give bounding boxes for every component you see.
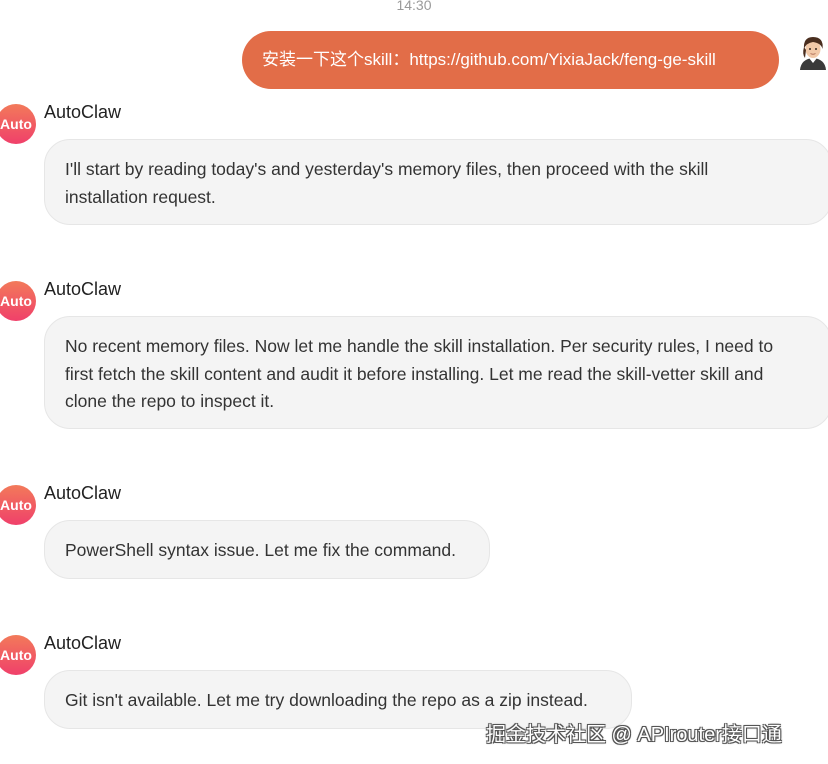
user-avatar-icon[interactable]	[794, 32, 828, 70]
bot-sender-name: AutoClaw	[44, 483, 122, 503]
message-timestamp: 14:30	[396, 0, 432, 13]
user-message-bubble[interactable]: 安装一下这个skill：https://github.com/YixiaJack…	[242, 31, 779, 89]
bot-message-bubble[interactable]: PowerShell syntax issue. Let me fix the …	[44, 520, 490, 579]
bot-avatar[interactable]: Auto	[0, 635, 36, 675]
bot-sender-name: AutoClaw	[44, 633, 122, 653]
bot-avatar[interactable]: Auto	[0, 281, 36, 321]
message-line: installation request.	[65, 186, 216, 207]
bot-avatar[interactable]: Auto	[0, 485, 36, 525]
bot-sender-name: AutoClaw	[44, 102, 122, 122]
watermark: 掘金技术社区 @ APIrouter接口通	[486, 724, 782, 746]
message-line: first fetch the skill content and audit …	[65, 363, 764, 384]
bot-sender-name: AutoClaw	[44, 279, 122, 299]
message-line: clone the repo to inspect it.	[65, 391, 275, 411]
bot-message-bubble[interactable]: I'll start by reading today's and yester…	[44, 139, 828, 225]
bot-message-bubble[interactable]: No recent memory files. Now let me handl…	[44, 316, 828, 429]
bot-avatar[interactable]: Auto	[0, 104, 36, 144]
message-line: Git isn't available. Let me try download…	[65, 690, 588, 710]
message-line: No recent memory files. Now let me handl…	[65, 336, 774, 356]
message-line: I'll start by reading today's and yester…	[65, 159, 709, 179]
chat-page: 14:30 安装一下这个skill：https://github.com/Yix…	[0, 0, 828, 764]
message-line: PowerShell syntax issue. Let me fix the …	[65, 540, 457, 560]
